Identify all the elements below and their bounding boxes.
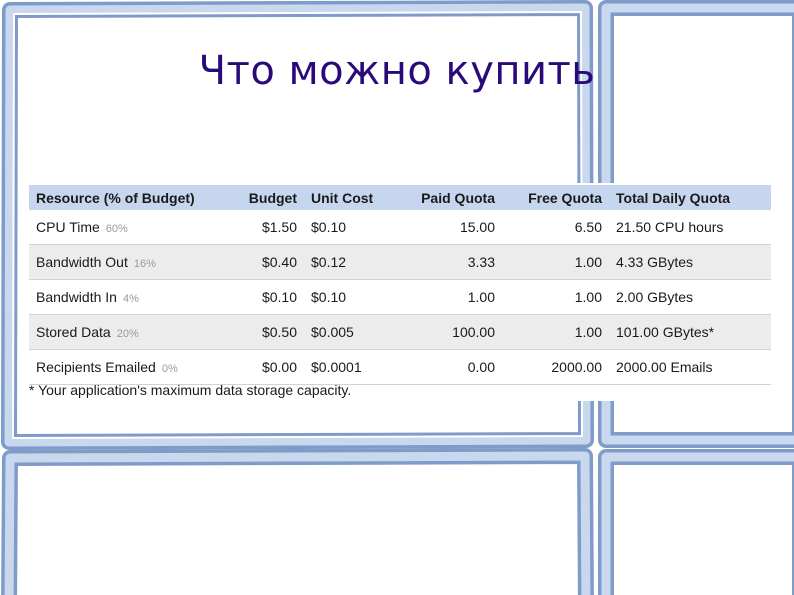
cell-budget: $0.10 bbox=[234, 279, 304, 315]
cell-free-quota: 6.50 bbox=[502, 210, 609, 245]
resource-percent: 4% bbox=[122, 293, 139, 305]
resource-name: CPU Time bbox=[36, 219, 100, 235]
cell-paid-quota: 1.00 bbox=[394, 279, 502, 315]
resource-name: Recipients Emailed bbox=[36, 359, 156, 375]
cell-unit-cost: $0.10 bbox=[304, 210, 394, 245]
cell-paid-quota: 0.00 bbox=[394, 349, 502, 385]
cell-total-quota: 4.33 GBytes bbox=[609, 244, 771, 280]
resource-percent: 60% bbox=[105, 223, 128, 235]
header-resource: Resource (% of Budget) bbox=[29, 185, 234, 210]
resource-name: Bandwidth In bbox=[36, 289, 117, 305]
table-footnote: * Your application's maximum data storag… bbox=[29, 382, 352, 398]
frame-bottom-left bbox=[1, 448, 594, 595]
header-budget: Budget bbox=[234, 185, 304, 210]
cell-total-quota: 2000.00 Emails bbox=[609, 349, 771, 385]
cell-free-quota: 1.00 bbox=[502, 314, 609, 350]
cell-budget: $0.40 bbox=[234, 244, 304, 280]
cell-paid-quota: 100.00 bbox=[394, 314, 502, 350]
cell-free-quota: 1.00 bbox=[502, 244, 609, 280]
cell-resource: Stored Data 20% bbox=[29, 314, 234, 350]
cell-total-quota: 101.00 GBytes* bbox=[609, 314, 771, 350]
cell-budget: $1.50 bbox=[234, 210, 304, 245]
cell-resource: Bandwidth Out 16% bbox=[29, 244, 234, 280]
cell-unit-cost: $0.005 bbox=[304, 314, 394, 350]
cell-paid-quota: 3.33 bbox=[394, 244, 502, 280]
cell-total-quota: 21.50 CPU hours bbox=[609, 210, 771, 245]
resource-name: Stored Data bbox=[36, 324, 111, 340]
resource-percent: 0% bbox=[161, 363, 178, 375]
cell-resource: Bandwidth In 4% bbox=[29, 279, 234, 315]
cell-resource: Recipients Emailed 0% bbox=[29, 349, 234, 385]
table-row: Stored Data 20% $0.50 $0.005 100.00 1.00 … bbox=[29, 314, 771, 350]
table-row: Bandwidth In 4% $0.10 $0.10 1.00 1.00 2.0… bbox=[29, 279, 771, 315]
table-row: Recipients Emailed 0% $0.00 $0.0001 0.00 … bbox=[29, 349, 771, 385]
resource-percent: 16% bbox=[133, 258, 156, 270]
table-row: CPU Time 60% $1.50 $0.10 15.00 6.50 21.50… bbox=[29, 210, 771, 245]
cell-free-quota: 1.00 bbox=[502, 279, 609, 315]
quota-table: Resource (% of Budget) Budget Unit Cost … bbox=[29, 185, 771, 385]
slide-title: Что можно купить bbox=[198, 48, 596, 94]
table-row: Bandwidth Out 16% $0.40 $0.12 3.33 1.00 4… bbox=[29, 244, 771, 280]
header-total-daily-quota: Total Daily Quota bbox=[609, 185, 771, 210]
cell-budget: $0.50 bbox=[234, 314, 304, 350]
cell-total-quota: 2.00 GBytes bbox=[609, 279, 771, 315]
cell-unit-cost: $0.0001 bbox=[304, 349, 394, 385]
cell-free-quota: 2000.00 bbox=[502, 349, 609, 385]
cell-paid-quota: 15.00 bbox=[394, 210, 502, 245]
table-header-row: Resource (% of Budget) Budget Unit Cost … bbox=[29, 185, 771, 210]
resource-percent: 20% bbox=[116, 328, 139, 340]
quota-table-container: Resource (% of Budget) Budget Unit Cost … bbox=[25, 183, 771, 401]
cell-resource: CPU Time 60% bbox=[29, 210, 234, 245]
cell-unit-cost: $0.10 bbox=[304, 279, 394, 315]
header-free-quota: Free Quota bbox=[502, 185, 609, 210]
cell-unit-cost: $0.12 bbox=[304, 244, 394, 280]
frame-bottom-right bbox=[598, 449, 794, 595]
header-paid-quota: Paid Quota bbox=[394, 185, 502, 210]
resource-name: Bandwidth Out bbox=[36, 254, 128, 270]
cell-budget: $0.00 bbox=[234, 349, 304, 385]
header-unit-cost: Unit Cost bbox=[304, 185, 394, 210]
